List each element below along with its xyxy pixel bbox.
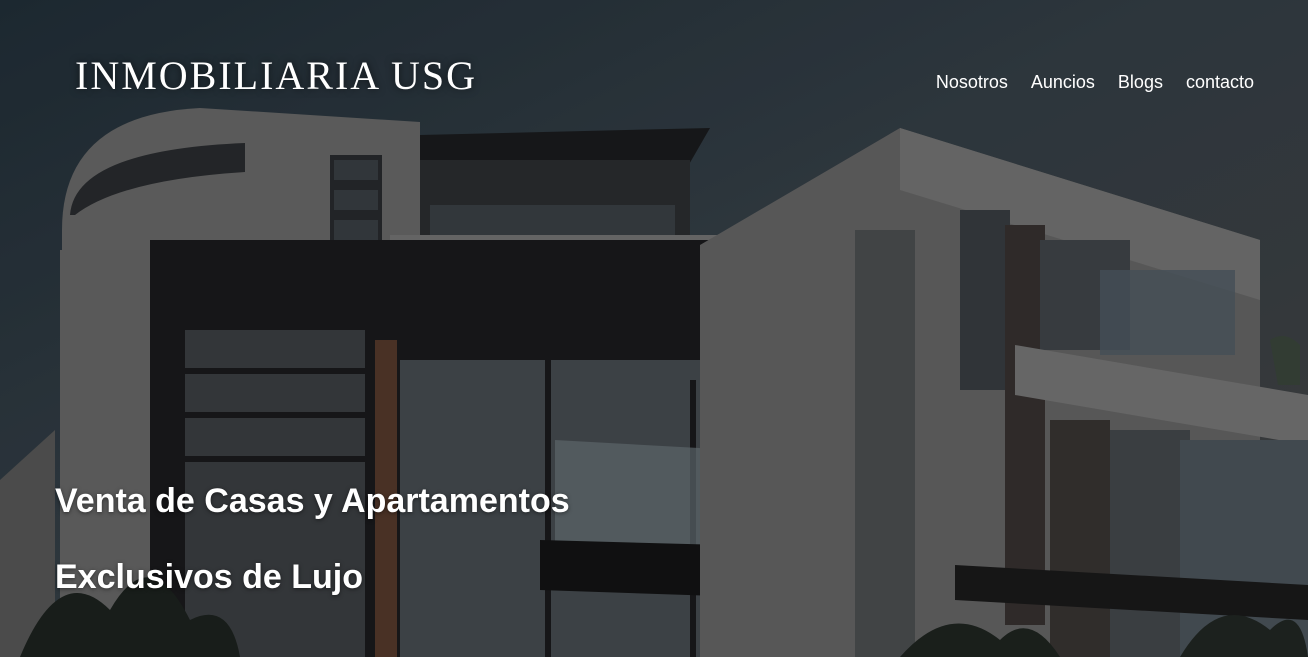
nav-link-contacto[interactable]: contacto [1186, 72, 1254, 93]
nav-link-auncios[interactable]: Auncios [1031, 72, 1095, 93]
nav-link-nosotros[interactable]: Nosotros [936, 72, 1008, 93]
main-nav: Nosotros Auncios Blogs contacto [936, 72, 1254, 93]
nav-link-blogs[interactable]: Blogs [1118, 72, 1163, 93]
hero-section: INMOBILIARIA USG Nosotros Auncios Blogs … [0, 0, 1308, 657]
hero-subheadline: Exclusivos de Lujo [55, 558, 363, 596]
site-logo[interactable]: INMOBILIARIA USG [75, 52, 477, 99]
hero-headline: Venta de Casas y Apartamentos [55, 482, 570, 520]
